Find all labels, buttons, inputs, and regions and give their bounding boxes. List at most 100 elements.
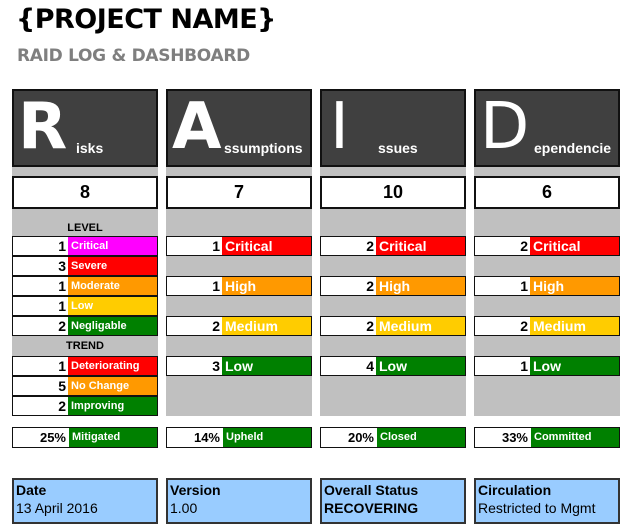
risks-count: 8 <box>12 176 158 209</box>
pct-value: 20% <box>347 430 374 445</box>
assumptions-count: 7 <box>166 176 312 209</box>
risk-trend-row: 2 Improving <box>12 396 158 416</box>
row-label: Critical <box>376 237 465 255</box>
level-row: 2 Critical <box>320 236 466 256</box>
info-key: Version <box>170 482 221 498</box>
row-count: 5 <box>58 378 66 394</box>
issues-header: I ssues <box>320 89 466 167</box>
row-label: Low <box>376 357 465 375</box>
pct-label: Mitigated <box>69 428 157 447</box>
header-rest: isks <box>76 140 104 156</box>
dependencies-committed-bar: 33% Committed <box>474 427 620 448</box>
issues-closed-bar: 20% Closed <box>320 427 466 448</box>
row-count: 2 <box>366 238 374 254</box>
level-row: 2 Medium <box>166 316 312 336</box>
risks-header: R isks <box>12 89 158 167</box>
level-row: 2 High <box>320 276 466 296</box>
level-row: 1 High <box>474 276 620 296</box>
pct-label: Closed <box>377 428 465 447</box>
row-label: Moderate <box>68 277 157 295</box>
row-label: No Change <box>68 377 157 395</box>
level-row: 4 Low <box>320 356 466 376</box>
row-label: Critical <box>530 237 619 255</box>
level-row: 2 Critical <box>474 236 620 256</box>
grey-spacer <box>474 167 620 176</box>
info-key: Circulation <box>478 482 552 498</box>
dependencies-header: D ependencie <box>474 89 620 167</box>
pct-value: 14% <box>193 430 220 445</box>
row-count: 1 <box>58 238 66 254</box>
row-count: 1 <box>58 358 66 374</box>
assumptions-upheld-bar: 14% Upheld <box>166 427 312 448</box>
level-row: 1 Low <box>474 356 620 376</box>
row-count: 3 <box>58 258 66 274</box>
info-value: 13 April 2016 <box>16 500 98 516</box>
row-label: Medium <box>530 317 619 335</box>
dashboard-subtitle: RAID LOG & DASHBOARD <box>17 46 250 66</box>
row-label: Medium <box>376 317 465 335</box>
row-label: Deteriorating <box>68 357 157 375</box>
grey-spacer <box>12 167 158 176</box>
row-count: 4 <box>366 358 374 374</box>
row-count: 2 <box>212 318 220 334</box>
header-rest: ependencie <box>534 140 612 156</box>
row-count: 2 <box>366 278 374 294</box>
row-count: 1 <box>520 278 528 294</box>
level-row: 2 Medium <box>474 316 620 336</box>
risk-level-row: 1 Moderate <box>12 276 158 296</box>
row-label: High <box>530 277 619 295</box>
assumptions-header: A ssumptions <box>166 89 312 167</box>
row-label: Critical <box>222 237 311 255</box>
info-value: Restricted to Mgmt <box>478 500 596 516</box>
header-rest: ssumptions <box>224 140 303 156</box>
info-key: Overall Status <box>324 482 419 498</box>
info-value: RECOVERING <box>324 500 419 516</box>
row-count: 2 <box>58 318 66 334</box>
header-letter: R <box>18 90 68 164</box>
risk-level-row: 3 Severe <box>12 256 158 276</box>
version-box: Version 1.00 <box>166 478 312 524</box>
row-count: 1 <box>58 278 66 294</box>
trend-label: TREND <box>66 340 104 352</box>
info-key: Date <box>16 482 47 498</box>
level-label: LEVEL <box>67 222 103 234</box>
row-label: Low <box>222 357 311 375</box>
row-count: 1 <box>212 238 220 254</box>
grey-spacer <box>166 167 312 176</box>
level-row: 1 High <box>166 276 312 296</box>
row-count: 1 <box>58 298 66 314</box>
row-label: Improving <box>68 397 157 415</box>
row-label: High <box>376 277 465 295</box>
risk-level-row: 1 Critical <box>12 236 158 256</box>
level-row: 2 Medium <box>320 316 466 336</box>
row-label: Negligable <box>68 317 157 335</box>
level-row: 3 Low <box>166 356 312 376</box>
risk-level-row: 2 Negligable <box>12 316 158 336</box>
dependencies-count: 6 <box>474 176 620 209</box>
date-box: Date 13 April 2016 <box>12 478 158 524</box>
info-value: 1.00 <box>170 500 198 516</box>
row-label: High <box>222 277 311 295</box>
pct-label: Committed <box>531 428 619 447</box>
header-letter: D <box>480 90 530 164</box>
pct-value: 33% <box>501 430 528 445</box>
row-count: 2 <box>520 238 528 254</box>
row-label: Critical <box>68 237 157 255</box>
level-row: 1 Critical <box>166 236 312 256</box>
circulation-box: Circulation Restricted to Mgmt <box>474 478 620 524</box>
risks-mitigated-bar: 25% Mitigated <box>12 427 158 448</box>
pct-value: 25% <box>39 430 66 445</box>
row-label: Severe <box>68 257 157 275</box>
row-count: 2 <box>58 398 66 414</box>
header-letter: I <box>330 90 349 164</box>
row-count: 1 <box>520 358 528 374</box>
issues-count: 10 <box>320 176 466 209</box>
row-label: Medium <box>222 317 311 335</box>
row-count: 1 <box>212 278 220 294</box>
risk-trend-row: 5 No Change <box>12 376 158 396</box>
risk-trend-row: 1 Deteriorating <box>12 356 158 376</box>
row-count: 3 <box>212 358 220 374</box>
risk-level-row: 1 Low <box>12 296 158 316</box>
row-count: 2 <box>520 318 528 334</box>
project-title: {PROJECT NAME} <box>16 4 276 35</box>
